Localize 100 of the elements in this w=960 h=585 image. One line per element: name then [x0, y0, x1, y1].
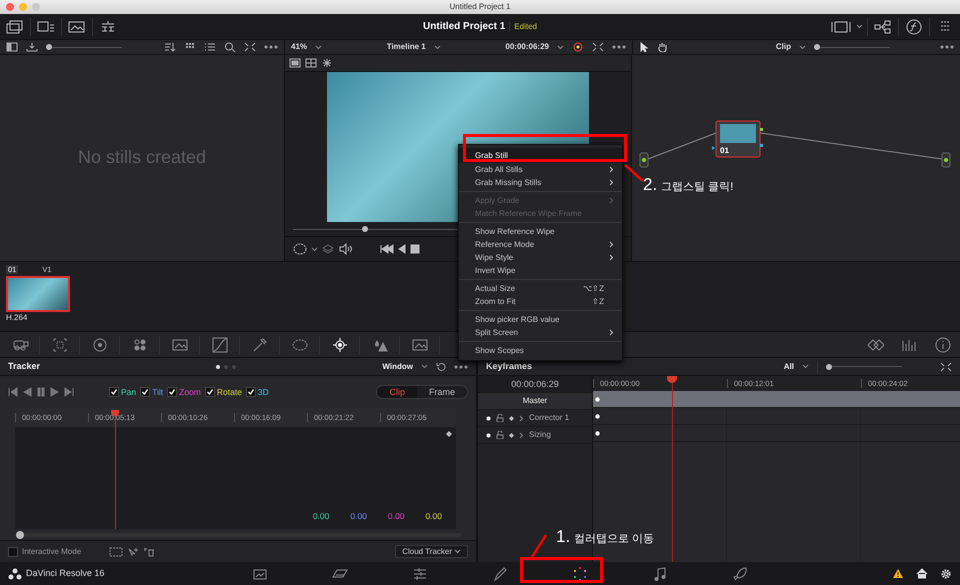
- search-icon[interactable]: [224, 42, 236, 52]
- panel-toggle-icon[interactable]: [6, 42, 18, 52]
- delete-point-icon[interactable]: [143, 546, 156, 556]
- dot-icon[interactable]: [486, 416, 491, 420]
- color-wheel-icon[interactable]: [572, 42, 584, 52]
- dot-icon[interactable]: [486, 432, 491, 438]
- diamond-icon[interactable]: [509, 432, 514, 438]
- viewer-mode-icon[interactable]: [289, 58, 301, 68]
- skip-back-icon[interactable]: [380, 244, 394, 254]
- rocket-icon[interactable]: [731, 564, 749, 582]
- chevron-down-icon[interactable]: [557, 44, 564, 50]
- checkbox[interactable]: [246, 387, 256, 397]
- tracker-dropdown[interactable]: Cloud Tracker: [395, 544, 468, 558]
- sparkle-icon[interactable]: [321, 58, 333, 68]
- chevron-down-icon[interactable]: [421, 364, 428, 369]
- picture-grid-icon[interactable]: [35, 18, 57, 34]
- selection-icon[interactable]: [109, 546, 124, 556]
- color-dots-icon[interactable]: [571, 564, 589, 582]
- page-dot[interactable]: [224, 364, 228, 368]
- checkbox[interactable]: [8, 546, 18, 556]
- menu-item[interactable]: Wipe Style: [459, 251, 622, 264]
- track-row[interactable]: Master: [478, 393, 592, 410]
- ellipse-icon[interactable]: [293, 243, 307, 255]
- pause-icon[interactable]: [36, 387, 46, 397]
- page-dot[interactable]: [216, 364, 220, 368]
- input-node[interactable]: [640, 152, 648, 168]
- mode-tab[interactable]: Frame: [416, 386, 467, 398]
- chevron-down-icon[interactable]: [454, 549, 461, 554]
- output-node[interactable]: [942, 152, 950, 168]
- stop-icon[interactable]: [410, 244, 420, 254]
- diamond-icon[interactable]: [509, 416, 514, 420]
- chevron-down-icon[interactable]: [802, 364, 809, 369]
- slider-track[interactable]: [826, 364, 902, 370]
- checkbox[interactable]: [167, 387, 178, 397]
- chevron-right-icon[interactable]: [519, 432, 524, 438]
- chevron-down-icon[interactable]: [856, 24, 863, 29]
- menu-item[interactable]: Split Screen: [459, 326, 622, 339]
- play-icon[interactable]: [50, 387, 60, 397]
- menu-item[interactable]: Grab All Stills: [459, 163, 622, 176]
- viewer-layout-icon[interactable]: [830, 18, 852, 34]
- menu-item[interactable]: Show Scopes: [459, 344, 622, 357]
- speaker-icon[interactable]: [338, 243, 352, 255]
- checkbox[interactable]: [109, 387, 119, 397]
- add-point-icon[interactable]: [127, 546, 140, 556]
- chevron-down-icon[interactable]: [315, 44, 322, 50]
- curve-icon[interactable]: [210, 336, 228, 354]
- clip-thumbnail[interactable]: [6, 276, 70, 312]
- slider-thumb[interactable]: [362, 226, 368, 232]
- lock-icon[interactable]: [496, 414, 504, 422]
- info-icon[interactable]: [934, 336, 952, 354]
- leader-line: [530, 534, 548, 558]
- more-icon[interactable]: [454, 364, 468, 368]
- grid-icon[interactable]: [50, 336, 68, 354]
- expand-icon[interactable]: [244, 42, 256, 52]
- lock-icon[interactable]: [496, 431, 504, 439]
- expand-icon[interactable]: [940, 362, 952, 372]
- slider-thumb[interactable]: [46, 44, 52, 50]
- slider-track[interactable]: [814, 44, 890, 50]
- chevron-down-icon[interactable]: [799, 44, 806, 50]
- slider-track[interactable]: [46, 44, 122, 50]
- chevron-down-icon[interactable]: [434, 44, 441, 50]
- hand-icon[interactable]: [657, 42, 667, 52]
- menu-item[interactable]: Show Reference Wipe: [459, 225, 622, 238]
- menu-item[interactable]: Invert Wipe: [459, 264, 622, 277]
- home-icon[interactable]: [916, 568, 928, 579]
- target-icon[interactable]: [330, 336, 348, 354]
- step-number: 1.: [556, 527, 570, 548]
- layers-icon[interactable]: [322, 243, 334, 255]
- slider-thumb[interactable]: [814, 44, 820, 50]
- checkbox[interactable]: [204, 387, 215, 397]
- list-view-icon[interactable]: [204, 42, 216, 52]
- track-row[interactable]: Sizing: [478, 427, 592, 444]
- more-icon[interactable]: [940, 45, 954, 49]
- track-row[interactable]: Corrector 1: [478, 410, 592, 427]
- more-icon[interactable]: [264, 45, 278, 49]
- settings-icon[interactable]: [940, 568, 952, 580]
- skip-forward-icon[interactable]: [64, 387, 74, 397]
- page-dot[interactable]: [232, 364, 236, 368]
- menu-item[interactable]: Reference Mode: [459, 238, 622, 251]
- mode-tab[interactable]: Clip: [377, 386, 417, 398]
- more-icon[interactable]: [612, 45, 626, 49]
- download-icon[interactable]: [26, 42, 38, 52]
- menu-item[interactable]: Actual Size ⌥⇧Z: [459, 282, 622, 295]
- chevron-down-icon[interactable]: [311, 246, 318, 252]
- reverse-play-icon[interactable]: [398, 244, 406, 254]
- reset-icon[interactable]: [436, 362, 446, 372]
- keyframe-dot-icon: [595, 396, 600, 402]
- menu-item[interactable]: Zoom to Fit ⇧Z: [459, 295, 622, 308]
- chevron-right-icon[interactable]: [519, 414, 524, 422]
- pointer-icon[interactable]: [639, 42, 649, 52]
- split-icon[interactable]: [305, 58, 317, 68]
- menu-item[interactable]: Show picker RGB value: [459, 313, 622, 326]
- checkbox[interactable]: [140, 387, 150, 397]
- slider-thumb[interactable]: [826, 364, 832, 370]
- sort-icon[interactable]: [164, 42, 176, 52]
- warning-icon[interactable]: [892, 568, 904, 579]
- ring-icon[interactable]: [90, 336, 108, 354]
- expand-icon[interactable]: [592, 42, 604, 52]
- menu-item[interactable]: Grab Missing Stills: [459, 176, 622, 189]
- pen-icon[interactable]: [491, 564, 509, 582]
